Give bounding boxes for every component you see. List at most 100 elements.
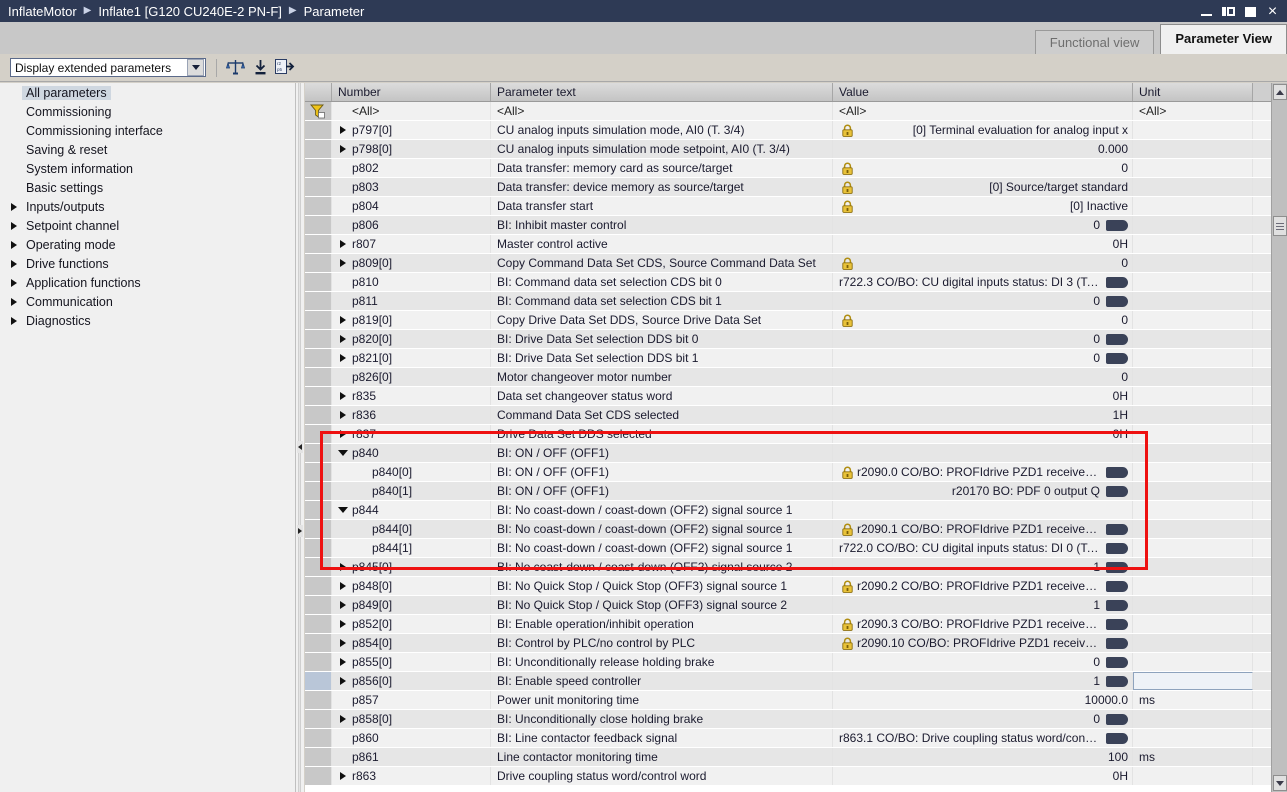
cell-parameter-text[interactable]: Line contactor monitoring time — [491, 748, 833, 766]
cell-unit[interactable] — [1133, 482, 1253, 500]
row-selector-cell[interactable] — [305, 653, 332, 671]
cell-number[interactable]: r863 — [332, 767, 491, 785]
chevron-right-icon[interactable] — [334, 563, 352, 571]
sidebar-item-operating-mode[interactable]: Operating mode — [0, 235, 295, 254]
cell-parameter-text[interactable]: CU analog inputs simulation mode setpoin… — [491, 140, 833, 158]
binector-connector-icon[interactable] — [1106, 713, 1128, 725]
row-selector-cell[interactable] — [305, 691, 332, 709]
cell-value[interactable]: r2090.2 CO/BO: PROFIdrive PZD1 receive b… — [833, 577, 1133, 595]
cell-number[interactable]: p858[0] — [332, 710, 491, 728]
cell-unit[interactable] — [1133, 216, 1253, 234]
cell-parameter-text[interactable]: Motor changeover motor number — [491, 368, 833, 386]
table-row[interactable]: p856[0] BI: Enable speed controller 1 — [305, 672, 1271, 691]
table-row[interactable]: p858[0] BI: Unconditionally close holding… — [305, 710, 1271, 729]
scroll-down-icon[interactable] — [1273, 775, 1287, 791]
cell-parameter-text[interactable]: Data transfer: device memory as source/t… — [491, 178, 833, 196]
row-selector-cell[interactable] — [305, 121, 332, 139]
table-row[interactable]: p811 BI: Command data set selection CDS b… — [305, 292, 1271, 311]
cell-unit[interactable] — [1133, 425, 1253, 443]
cell-unit[interactable] — [1133, 254, 1253, 272]
row-selector-cell[interactable] — [305, 520, 332, 538]
chevron-right-icon[interactable] — [6, 197, 22, 216]
close-icon[interactable]: × — [1266, 3, 1279, 19]
sidebar-item-basic-settings[interactable]: Basic settings — [0, 178, 295, 197]
scrollbar-thumb[interactable] — [1273, 216, 1287, 236]
row-selector-cell[interactable] — [305, 634, 332, 652]
chevron-down-icon[interactable] — [334, 450, 352, 456]
cell-parameter-text[interactable]: BI: No coast-down / coast-down (OFF2) si… — [491, 539, 833, 557]
cell-parameter-text[interactable]: BI: Command data set selection CDS bit 0 — [491, 273, 833, 291]
cell-value[interactable]: 1H — [833, 406, 1133, 424]
cell-value[interactable]: 1 — [833, 596, 1133, 614]
sidebar-item-saving-reset[interactable]: Saving & reset — [0, 140, 295, 159]
cell-unit[interactable] — [1133, 406, 1253, 424]
binector-connector-icon[interactable] — [1106, 333, 1128, 345]
table-row[interactable]: p806 BI: Inhibit master control 0 — [305, 216, 1271, 235]
table-row[interactable]: p854[0] BI: Control by PLC/no control by … — [305, 634, 1271, 653]
chevron-right-icon[interactable] — [6, 273, 22, 292]
cell-unit[interactable] — [1133, 710, 1253, 728]
cell-number[interactable]: p804 — [332, 197, 491, 215]
cell-unit[interactable] — [1133, 311, 1253, 329]
cell-parameter-text[interactable]: BI: Line contactor feedback signal — [491, 729, 833, 747]
cell-unit[interactable] — [1133, 159, 1253, 177]
sidebar-item-setpoint-channel[interactable]: Setpoint channel — [0, 216, 295, 235]
row-selector-cell[interactable] — [305, 368, 332, 386]
splitter-collapse-right-icon[interactable] — [297, 525, 303, 537]
row-selector-cell[interactable] — [305, 216, 332, 234]
cell-parameter-text[interactable]: BI: Inhibit master control — [491, 216, 833, 234]
column-header-unit[interactable]: Unit — [1133, 83, 1253, 101]
filter-value[interactable]: <All> — [833, 102, 1133, 120]
cell-value[interactable]: r20170 BO: PDF 0 output Q — [833, 482, 1133, 500]
row-selector-cell[interactable] — [305, 197, 332, 215]
cell-number[interactable]: p857 — [332, 691, 491, 709]
cell-unit[interactable] — [1133, 520, 1253, 538]
row-selector-cell[interactable] — [305, 558, 332, 576]
cell-value[interactable]: r2090.1 CO/BO: PROFIdrive PZD1 receive b… — [833, 520, 1133, 538]
table-row[interactable]: p821[0] BI: Drive Data Set selection DDS … — [305, 349, 1271, 368]
cell-parameter-text[interactable]: Drive coupling status word/control word — [491, 767, 833, 785]
cell-unit[interactable] — [1133, 653, 1253, 671]
cell-number[interactable]: r837 — [332, 425, 491, 443]
sidebar-item-drive-functions[interactable]: Drive functions — [0, 254, 295, 273]
tab-parameter-view[interactable]: Parameter View — [1160, 24, 1287, 54]
row-selector-cell[interactable] — [305, 482, 332, 500]
row-selector-cell[interactable] — [305, 235, 332, 253]
table-row[interactable]: p855[0] BI: Unconditionally release holdi… — [305, 653, 1271, 672]
cell-value[interactable]: 0H — [833, 235, 1133, 253]
row-selector-cell[interactable] — [305, 577, 332, 595]
cell-number[interactable]: p811 — [332, 292, 491, 310]
cell-value[interactable]: 100 — [833, 748, 1133, 766]
cell-parameter-text[interactable]: Copy Command Data Set CDS, Source Comman… — [491, 254, 833, 272]
cell-value[interactable]: 1 — [833, 558, 1133, 576]
binector-connector-icon[interactable] — [1106, 732, 1128, 744]
cell-unit[interactable] — [1133, 634, 1253, 652]
cell-value[interactable]: r722.0 CO/BO: CU digital inputs status: … — [833, 539, 1133, 557]
cell-value[interactable] — [833, 444, 1133, 462]
cell-number[interactable]: p797[0] — [332, 121, 491, 139]
binector-connector-icon[interactable] — [1106, 485, 1128, 497]
row-selector-cell[interactable] — [305, 425, 332, 443]
cell-value[interactable]: r863.1 CO/BO: Drive coupling status word… — [833, 729, 1133, 747]
cell-unit[interactable] — [1133, 330, 1253, 348]
row-selector-cell[interactable] — [305, 406, 332, 424]
table-row[interactable]: p798[0] CU analog inputs simulation mode … — [305, 140, 1271, 159]
display-filter-select[interactable]: Display extended parameters — [10, 58, 206, 77]
table-row[interactable]: p804 Data transfer start [0] Inactive — [305, 197, 1271, 216]
column-header-number[interactable]: Number — [332, 83, 491, 101]
cell-parameter-text[interactable]: Command Data Set CDS selected — [491, 406, 833, 424]
cell-number[interactable]: r835 — [332, 387, 491, 405]
table-row[interactable]: r835 Data set changeover status word 0H — [305, 387, 1271, 406]
chevron-right-icon[interactable] — [6, 216, 22, 235]
table-row[interactable]: p844[0] BI: No coast-down / coast-down (O… — [305, 520, 1271, 539]
binector-connector-icon[interactable] — [1106, 219, 1128, 231]
row-selector-cell[interactable] — [305, 672, 332, 690]
cell-number[interactable]: p844 — [332, 501, 491, 519]
cell-parameter-text[interactable]: Master control active — [491, 235, 833, 253]
cell-value[interactable]: [0] Inactive — [833, 197, 1133, 215]
tab-functional-view[interactable]: Functional view — [1034, 30, 1155, 54]
cell-parameter-text[interactable]: BI: Unconditionally close holding brake — [491, 710, 833, 728]
cell-unit[interactable] — [1133, 235, 1253, 253]
cell-parameter-text[interactable]: Copy Drive Data Set DDS, Source Drive Da… — [491, 311, 833, 329]
row-selector-cell[interactable] — [305, 444, 332, 462]
